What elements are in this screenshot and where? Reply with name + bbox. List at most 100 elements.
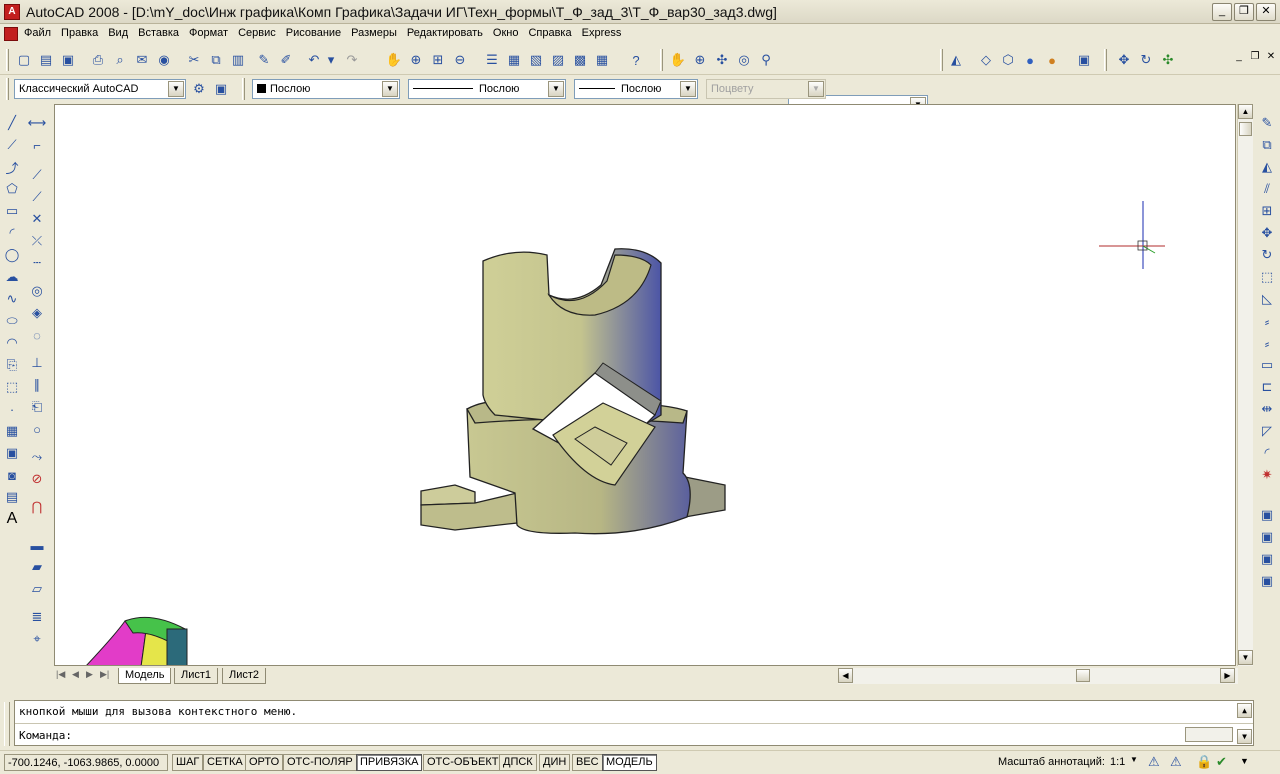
list-icon[interactable]: ≣ — [26, 606, 48, 628]
annotation-visibility-icon[interactable]: ⚠ — [1148, 754, 1160, 770]
menu-express[interactable]: Express — [582, 27, 622, 39]
open-icon[interactable]: ▤ — [36, 50, 56, 70]
draw-order-front-icon[interactable]: ▣ — [1256, 504, 1278, 526]
break-icon[interactable]: ⊏ — [1256, 376, 1278, 398]
parallel-snap-icon[interactable]: ∥ — [26, 374, 48, 396]
insert-block-icon[interactable]: ⎘ — [1, 354, 23, 376]
spline-icon[interactable]: ∿ — [1, 288, 23, 310]
cut-icon[interactable]: ✂ — [184, 50, 204, 70]
snap-mode-button[interactable]: ШАГ — [172, 754, 204, 771]
zoom-window-icon[interactable]: ⊞ — [428, 50, 448, 70]
tab-next-icon[interactable]: ▶ — [86, 669, 93, 680]
tab-layout2[interactable]: Лист2 — [222, 668, 267, 684]
toolbar-grip[interactable] — [242, 78, 245, 100]
lineweight-combo[interactable]: Послою ▼ — [574, 79, 698, 99]
toolbar-grip[interactable] — [1104, 49, 1107, 71]
3d-rotate-icon[interactable]: ↻ — [1136, 50, 1156, 70]
chevron-down-icon[interactable]: ▼ — [680, 81, 696, 97]
dimension-aligned-icon[interactable]: ⌐ — [26, 134, 48, 156]
cmd-hscroll[interactable] — [1185, 727, 1233, 742]
toolbar-grip[interactable] — [660, 49, 663, 71]
sheet-set-icon[interactable]: ▨ — [548, 50, 568, 70]
scroll-thumb[interactable] — [1239, 122, 1252, 136]
menu-modify[interactable]: Редактировать — [407, 27, 483, 39]
chamfer-icon[interactable]: ◸ — [1256, 420, 1278, 442]
scroll-up-button[interactable]: ▲ — [1238, 104, 1253, 119]
perpendicular-snap-icon[interactable]: ⊥ — [26, 352, 48, 374]
autocad-app-icon[interactable]: A — [4, 4, 20, 20]
mirror-icon[interactable]: ◭ — [1256, 156, 1278, 178]
tab-first-icon[interactable]: |◀ — [56, 669, 65, 680]
send-under-icon[interactable]: ▣ — [1256, 570, 1278, 592]
camera-icon[interactable]: ◎ — [734, 50, 754, 70]
line-icon[interactable]: ╱ — [1, 112, 23, 134]
polar-tracking-button[interactable]: ОТС-ПОЛЯР — [283, 754, 357, 771]
multiline-text-icon[interactable]: A — [1, 508, 23, 530]
no-snap-icon[interactable]: ⊘ — [26, 468, 48, 490]
dynamic-ucs-button[interactable]: ДПСК — [499, 754, 537, 771]
rectangle-icon[interactable]: ▭ — [1, 200, 23, 222]
properties-icon[interactable]: ☰ — [482, 50, 502, 70]
command-window-grip[interactable] — [4, 702, 10, 746]
publish-icon[interactable]: ✉ — [132, 50, 152, 70]
ellipse-arc-icon[interactable]: ◠ — [1, 332, 23, 354]
region-icon[interactable]: ◙ — [1, 464, 23, 486]
chevron-down-icon[interactable]: ▼ — [168, 81, 184, 97]
my-workspace-icon[interactable]: ▣ — [211, 79, 231, 99]
vertical-scrollbar[interactable]: ▲ ▼ — [1237, 104, 1253, 666]
cmd-scroll-up-button[interactable]: ▲ — [1237, 703, 1252, 718]
copy-icon[interactable]: ⧉ — [206, 50, 226, 70]
workspace-settings-icon[interactable]: ⚙ — [189, 79, 209, 99]
pan-realtime-icon[interactable]: ✋ — [384, 50, 404, 70]
quadrant-snap-icon[interactable]: ◈ — [26, 302, 48, 324]
communication-center-icon[interactable]: ✔ — [1216, 754, 1227, 770]
3d-model[interactable] — [420, 248, 726, 535]
menu-edit[interactable]: Правка — [61, 27, 98, 39]
menu-help[interactable]: Справка — [528, 27, 571, 39]
print-icon[interactable]: ⎙ — [88, 50, 108, 70]
drawing-canvas[interactable] — [54, 104, 1236, 666]
toolbar-grip[interactable] — [940, 49, 943, 71]
tab-layout1[interactable]: Лист1 — [174, 668, 219, 684]
3d-move-icon[interactable]: ✥ — [1114, 50, 1134, 70]
construction-line-icon[interactable]: ⟋ — [1, 134, 23, 156]
chevron-down-icon[interactable]: ▼ — [382, 81, 398, 97]
render-icon[interactable]: ▣ — [1074, 50, 1094, 70]
workspace-combo[interactable]: Классический AutoCAD ▼ — [14, 79, 186, 99]
join-icon[interactable]: ⇹ — [1256, 398, 1278, 420]
command-prompt[interactable]: Команда: — [19, 729, 72, 742]
block-editor-icon[interactable]: ✐ — [276, 50, 296, 70]
arc-icon[interactable]: ◜ — [1, 222, 23, 244]
pan-icon[interactable]: ✋ — [668, 50, 688, 70]
scroll-right-button[interactable]: ▶ — [1220, 668, 1235, 683]
new-icon[interactable]: ▢ — [14, 50, 34, 70]
erase-icon[interactable]: ✎ — [1256, 112, 1278, 134]
layer-properties-icon[interactable]: ▬ — [26, 534, 48, 556]
insertion-snap-icon[interactable]: ⎗ — [26, 396, 48, 418]
ortho-mode-button[interactable]: ОРТО — [245, 754, 284, 771]
model-space-button[interactable]: МОДЕЛЬ — [602, 754, 657, 771]
redo-icon[interactable]: ↷ — [342, 50, 362, 70]
material-icon[interactable]: ● — [1042, 50, 1062, 70]
zoom-previous-icon[interactable]: ⊖ — [450, 50, 470, 70]
color-combo[interactable]: Послою ▼ — [252, 79, 400, 99]
toolbar-grip[interactable] — [6, 49, 9, 71]
object-snap-tracking-button[interactable]: ОТС-ОБЪЕКТ — [423, 754, 503, 771]
undo-icon[interactable]: ↶ — [304, 50, 324, 70]
calculator-icon[interactable]: ▦ — [592, 50, 612, 70]
tab-prev-icon[interactable]: ◀ — [72, 669, 79, 680]
print-preview-icon[interactable]: ⌕ — [110, 50, 130, 70]
scale-icon[interactable]: ⬚ — [1256, 266, 1278, 288]
node-snap-icon[interactable]: ○ — [26, 418, 48, 440]
bring-above-icon[interactable]: ▣ — [1256, 548, 1278, 570]
intersection-snap-icon[interactable]: ✕ — [26, 208, 48, 230]
save-icon[interactable]: ▣ — [58, 50, 78, 70]
undo-dropdown-icon[interactable]: ▾ — [326, 50, 336, 70]
nearest-snap-icon[interactable]: ⤳ — [26, 446, 48, 468]
stretch-icon[interactable]: ◺ — [1256, 288, 1278, 310]
make-block-icon[interactable]: ⬚ — [1, 376, 23, 398]
paper-space-icon[interactable]: ◭ — [946, 50, 966, 70]
tab-model[interactable]: Модель — [118, 668, 172, 684]
close-button[interactable]: ✕ — [1256, 3, 1276, 21]
menu-insert[interactable]: Вставка — [138, 27, 179, 39]
